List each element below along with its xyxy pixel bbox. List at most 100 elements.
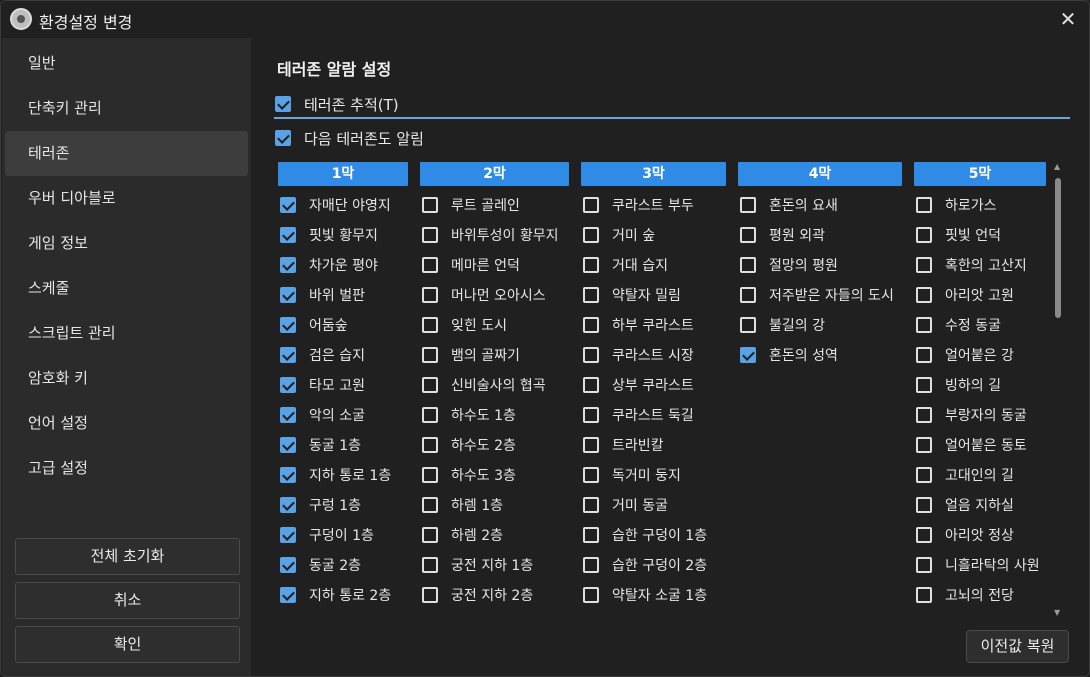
sidebar-item[interactable]: 고급 설정 — [5, 446, 248, 491]
checkbox-box[interactable] — [916, 287, 932, 303]
checkbox-box[interactable] — [740, 287, 756, 303]
zone-checkbox[interactable]: 평원 외곽 — [740, 225, 825, 245]
zone-checkbox[interactable]: 어둠숲 — [280, 315, 348, 335]
zone-checkbox[interactable]: 혹한의 고산지 — [916, 255, 1027, 275]
checkbox-box[interactable] — [280, 587, 296, 603]
zone-checkbox[interactable]: 신비술사의 협곡 — [422, 375, 546, 395]
zone-checkbox[interactable]: 메마른 언덕 — [422, 255, 520, 275]
checkbox-box[interactable] — [422, 407, 438, 423]
checkbox-box[interactable] — [740, 227, 756, 243]
sidebar-item[interactable]: 암호화 키 — [5, 356, 248, 401]
zone-checkbox[interactable]: 잊힌 도시 — [422, 315, 507, 335]
zone-checkbox[interactable]: 바위 벌판 — [280, 285, 365, 305]
checkbox-box[interactable] — [422, 587, 438, 603]
zone-checkbox[interactable]: 거미 동굴 — [583, 495, 668, 515]
zone-checkbox[interactable]: 궁전 지하 2층 — [422, 585, 533, 605]
scroll-down-icon[interactable]: ▼ — [1054, 608, 1060, 617]
checkbox-box[interactable] — [280, 437, 296, 453]
sidebar-item[interactable]: 우버 디아블로 — [5, 176, 248, 221]
checkbox-box[interactable] — [422, 257, 438, 273]
checkbox-box[interactable] — [280, 287, 296, 303]
checkbox-box[interactable] — [583, 437, 599, 453]
vertical-scrollbar[interactable]: ▲ ▼ — [1052, 162, 1066, 620]
checkbox-box[interactable] — [280, 317, 296, 333]
next-terror-zone-alert-checkbox[interactable]: 다음 테러존도 알림 — [275, 128, 424, 148]
checkbox-box[interactable] — [916, 497, 932, 513]
zone-checkbox[interactable]: 하수도 1층 — [422, 405, 516, 425]
zone-checkbox[interactable]: 고대인의 길 — [916, 465, 1014, 485]
zone-checkbox[interactable]: 머나먼 오아시스 — [422, 285, 546, 305]
checkbox-box[interactable] — [422, 467, 438, 483]
checkbox-box[interactable] — [422, 527, 438, 543]
zone-checkbox[interactable]: 아리앗 고원 — [916, 285, 1014, 305]
sidebar-item[interactable]: 일반 — [5, 41, 248, 86]
checkbox-box[interactable] — [916, 227, 932, 243]
checkbox-box[interactable] — [422, 317, 438, 333]
checkbox-box[interactable] — [280, 467, 296, 483]
checkbox-box[interactable] — [916, 587, 932, 603]
checkbox-box[interactable] — [583, 257, 599, 273]
sidebar-item[interactable]: 스크립트 관리 — [5, 311, 248, 356]
checkbox-box[interactable] — [280, 557, 296, 573]
zone-checkbox[interactable]: 습한 구덩이 2층 — [583, 555, 707, 575]
checkbox-box[interactable] — [280, 347, 296, 363]
zone-checkbox[interactable]: 구렁 1층 — [280, 495, 361, 515]
reset-all-button[interactable]: 전체 초기화 — [15, 538, 240, 575]
zone-checkbox[interactable]: 상부 쿠라스트 — [583, 375, 694, 395]
checkbox-box[interactable] — [422, 197, 438, 213]
checkbox-box[interactable] — [916, 317, 932, 333]
zone-checkbox[interactable]: 얼음 지하실 — [916, 495, 1014, 515]
zone-checkbox[interactable]: 지하 통로 1층 — [280, 465, 391, 485]
checkbox-box[interactable] — [280, 377, 296, 393]
sidebar-item[interactable]: 언어 설정 — [5, 401, 248, 446]
checkbox-box[interactable] — [583, 347, 599, 363]
zone-checkbox[interactable]: 부랑자의 동굴 — [916, 405, 1027, 425]
checkbox-box[interactable] — [583, 287, 599, 303]
checkbox-box[interactable] — [916, 257, 932, 273]
checkbox-box[interactable] — [280, 407, 296, 423]
checkbox-box[interactable] — [583, 467, 599, 483]
checkbox-box[interactable] — [280, 227, 296, 243]
zone-checkbox[interactable]: 자매단 야영지 — [280, 195, 391, 215]
checkbox-box[interactable] — [740, 257, 756, 273]
zone-checkbox[interactable]: 핏빛 언덕 — [916, 225, 1001, 245]
checkbox-box[interactable] — [916, 437, 932, 453]
zone-checkbox[interactable]: 하렘 1층 — [422, 495, 503, 515]
zone-checkbox[interactable]: 거미 숲 — [583, 225, 655, 245]
close-button[interactable]: ✕ — [1053, 4, 1083, 34]
checkbox-box[interactable] — [916, 347, 932, 363]
zone-checkbox[interactable]: 독거미 둥지 — [583, 465, 681, 485]
zone-checkbox[interactable]: 얼어붙은 강 — [916, 345, 1014, 365]
zone-checkbox[interactable]: 니흘라탁의 사원 — [916, 555, 1040, 575]
zone-checkbox[interactable]: 거대 습지 — [583, 255, 668, 275]
checkbox-box[interactable] — [583, 197, 599, 213]
restore-previous-button[interactable]: 이전값 복원 — [966, 630, 1069, 663]
zone-checkbox[interactable]: 타모 고원 — [280, 375, 365, 395]
zone-checkbox[interactable]: 검은 습지 — [280, 345, 365, 365]
checkbox-box[interactable] — [583, 527, 599, 543]
zone-checkbox[interactable]: 차가운 평야 — [280, 255, 378, 275]
checkbox-box[interactable] — [583, 497, 599, 513]
zone-checkbox[interactable]: 동굴 1층 — [280, 435, 361, 455]
checkbox-box[interactable] — [275, 96, 291, 112]
zone-checkbox[interactable]: 쿠라스트 부두 — [583, 195, 694, 215]
cancel-button[interactable]: 취소 — [15, 582, 240, 619]
checkbox-box[interactable] — [422, 227, 438, 243]
checkbox-box[interactable] — [916, 527, 932, 543]
checkbox-box[interactable] — [583, 407, 599, 423]
checkbox-box[interactable] — [916, 467, 932, 483]
zone-checkbox[interactable]: 약탈자 밀림 — [583, 285, 681, 305]
zone-checkbox[interactable]: 루트 골레인 — [422, 195, 520, 215]
scroll-thumb[interactable] — [1055, 178, 1061, 318]
zone-checkbox[interactable]: 뱀의 골짜기 — [422, 345, 520, 365]
zone-checkbox[interactable]: 빙하의 길 — [916, 375, 1001, 395]
checkbox-box[interactable] — [583, 377, 599, 393]
checkbox-box[interactable] — [422, 377, 438, 393]
checkbox-box[interactable] — [916, 407, 932, 423]
checkbox-box[interactable] — [740, 317, 756, 333]
sidebar-item[interactable]: 스케줄 — [5, 266, 248, 311]
sidebar-item[interactable]: 테러존 — [5, 131, 248, 176]
checkbox-box[interactable] — [422, 287, 438, 303]
zone-checkbox[interactable]: 하수도 3층 — [422, 465, 516, 485]
zone-checkbox[interactable]: 혼돈의 성역 — [740, 345, 838, 365]
